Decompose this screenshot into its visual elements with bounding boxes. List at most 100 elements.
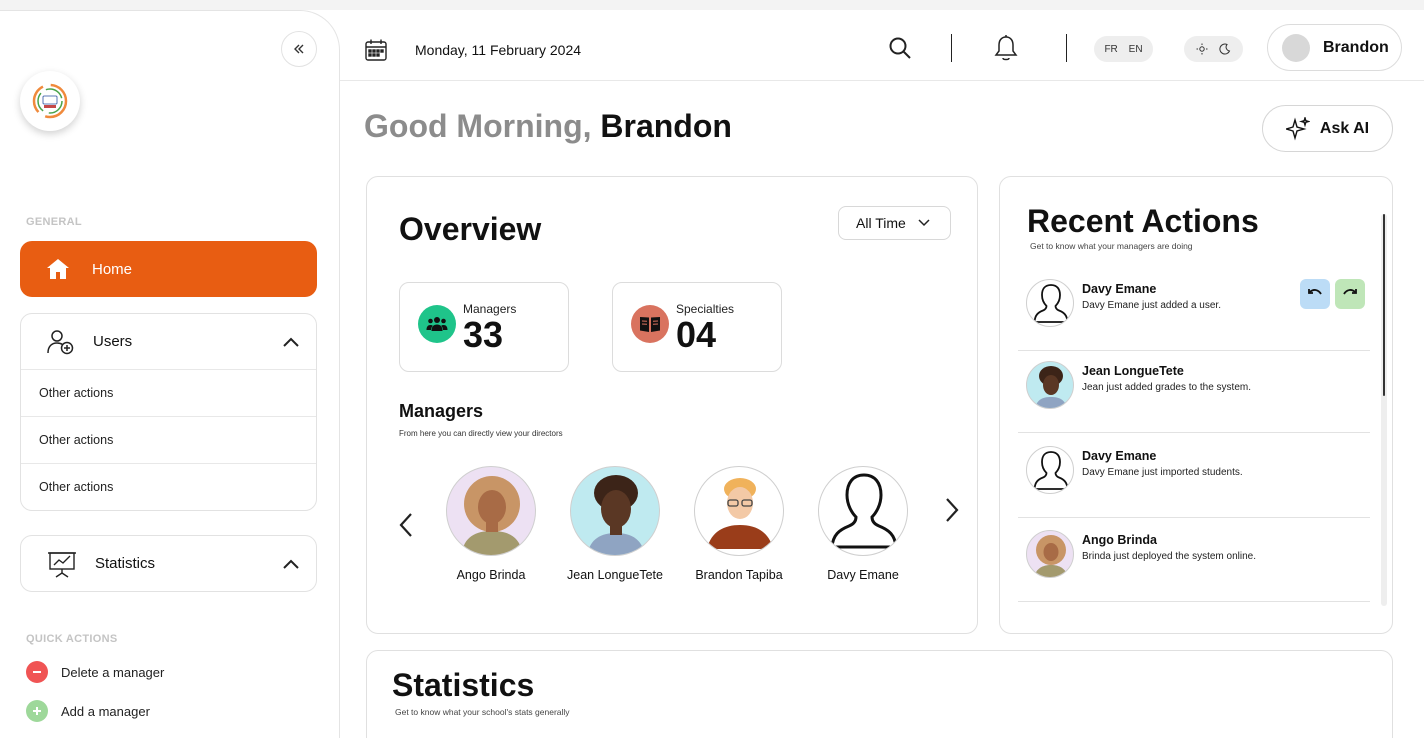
manager-name: Ango Brinda — [456, 568, 526, 582]
redo-icon — [1343, 289, 1357, 295]
top-header: Monday, 11 February 2024 FR EN Brandon — [340, 10, 1424, 81]
add-user-icon — [47, 329, 74, 354]
manager-name: Davy Emane — [827, 568, 899, 582]
sidebar-subitem[interactable]: Other actions — [21, 416, 316, 463]
chevron-down-icon — [918, 219, 930, 227]
plus-circle-icon — [26, 700, 48, 722]
manager-avatar — [818, 466, 908, 556]
list-item[interactable]: Davy Emane Davy Emane just imported stud… — [1018, 434, 1370, 518]
statistics-subtitle: Get to know what your school's stats gen… — [395, 707, 570, 717]
user-silhouette-icon — [1033, 284, 1069, 323]
user-profile-button[interactable]: Brandon — [1267, 24, 1402, 71]
managers-section-subtitle: From here you can directly view your dir… — [399, 429, 563, 438]
home-icon — [47, 259, 69, 279]
sidebar-item-users[interactable]: Users — [21, 314, 316, 369]
list-item[interactable]: Davy Emane Davy Emane just added a user. — [1018, 267, 1370, 351]
moon-icon[interactable] — [1219, 43, 1231, 55]
calendar-icon — [365, 39, 387, 61]
scrollbar-thumb[interactable] — [1383, 214, 1385, 396]
action-user-name: Davy Emane — [1082, 449, 1157, 463]
action-description: Davy Emane just added a user. — [1082, 300, 1221, 311]
manager-avatar — [694, 466, 784, 556]
manager-name: Jean LongueTete — [567, 568, 663, 582]
redo-button[interactable] — [1335, 279, 1365, 309]
action-description: Brinda just deployed the system online. — [1082, 551, 1256, 562]
time-filter-value: All Time — [856, 215, 906, 231]
chevron-right-icon — [946, 498, 959, 522]
action-description: Jean just added grades to the system. — [1082, 382, 1251, 393]
chevron-up-icon[interactable] — [282, 336, 300, 348]
theme-switch — [1184, 36, 1243, 62]
avatar — [1026, 279, 1074, 327]
managers-stat-card: Managers 33 — [399, 282, 569, 372]
recent-actions-title: Recent Actions — [1027, 203, 1259, 239]
avatar — [1026, 530, 1074, 578]
undo-icon — [1308, 289, 1322, 295]
sidebar-subitem[interactable]: Other actions — [21, 463, 316, 510]
sidebar-item-label: Statistics — [95, 555, 156, 572]
action-user-name: Davy Emane — [1082, 282, 1157, 296]
sidebar-item-home[interactable]: Home — [20, 241, 317, 297]
ask-ai-label: Ask AI — [1319, 119, 1370, 137]
user-silhouette-icon — [1033, 451, 1069, 490]
list-item[interactable]: Jean LongueTete Jean just added grades t… — [1018, 349, 1370, 433]
add-manager-action[interactable]: Add a manager — [26, 700, 150, 722]
manager-card[interactable]: Ango Brinda — [431, 466, 551, 582]
lang-en-option[interactable]: EN — [1129, 44, 1143, 55]
stat-value: 33 — [463, 314, 504, 355]
divider — [1066, 34, 1067, 62]
action-user-name: Jean LongueTete — [1082, 364, 1184, 378]
carousel-next-button[interactable] — [945, 497, 959, 531]
group-icon — [418, 305, 456, 343]
avatar — [1282, 33, 1310, 62]
user-silhouette-icon — [830, 473, 898, 549]
sidebar-subitem[interactable]: Other actions — [21, 369, 316, 416]
scrollbar[interactable] — [1381, 214, 1387, 606]
sidebar-group-statistics: Statistics — [20, 535, 317, 592]
collapse-sidebar-button[interactable] — [281, 31, 317, 67]
minus-circle-icon — [26, 661, 48, 683]
language-switch: FR EN — [1094, 36, 1153, 62]
undo-button[interactable] — [1300, 279, 1330, 309]
quick-actions-label: QUICK ACTIONS — [26, 633, 118, 645]
overview-title: Overview — [399, 211, 542, 247]
manager-card[interactable]: Davy Emane — [803, 466, 923, 582]
bell-icon[interactable] — [994, 34, 1018, 62]
list-item[interactable]: Ango Brinda Brinda just deployed the sys… — [1018, 518, 1370, 602]
chevron-up-icon[interactable] — [282, 558, 300, 570]
lang-fr-option[interactable]: FR — [1104, 44, 1117, 55]
manager-card[interactable]: Jean LongueTete — [555, 466, 675, 582]
presentation-chart-icon — [48, 551, 76, 578]
ask-ai-button[interactable]: Ask AI — [1262, 105, 1393, 152]
avatar — [1026, 446, 1074, 494]
stat-value: 04 — [676, 314, 717, 355]
overview-card: Overview All Time Managers 33 Specialtie… — [366, 176, 978, 634]
manager-name: Brandon Tapiba — [695, 568, 783, 582]
sidebar-group-users: Users Other actions Other actions Other … — [20, 313, 317, 511]
sidebar-item-label: Users — [93, 333, 133, 350]
recent-actions-subtitle: Get to know what your managers are doing — [1030, 241, 1193, 251]
search-icon[interactable] — [888, 36, 912, 60]
quick-action-label: Delete a manager — [61, 664, 165, 680]
time-filter-dropdown[interactable]: All Time — [838, 206, 951, 240]
general-section-label: GENERAL — [26, 216, 82, 228]
page-title: Good Morning, Brandon — [364, 108, 732, 145]
sparkle-icon — [1285, 116, 1310, 141]
manager-avatar — [570, 466, 660, 556]
statistics-card: Statistics Get to know what your school'… — [366, 650, 1393, 738]
sun-icon[interactable] — [1196, 43, 1208, 55]
greeting-name: Brandon — [600, 108, 732, 144]
manager-card[interactable]: Brandon Tapiba — [679, 466, 799, 582]
top-strip — [0, 0, 1424, 10]
action-description: Davy Emane just imported students. — [1082, 467, 1243, 478]
avatar — [1026, 361, 1074, 409]
greeting-prefix: Good Morning, — [364, 108, 592, 144]
sidebar-item-statistics[interactable]: Statistics — [21, 536, 316, 591]
sidebar-item-label: Home — [92, 260, 133, 278]
school-logo — [20, 71, 80, 131]
manager-avatar — [446, 466, 536, 556]
delete-manager-action[interactable]: Delete a manager — [26, 661, 164, 683]
recent-actions-card: Recent Actions Get to know what your man… — [999, 176, 1393, 634]
carousel-prev-button[interactable] — [399, 512, 413, 546]
managers-section-title: Managers — [399, 401, 484, 421]
